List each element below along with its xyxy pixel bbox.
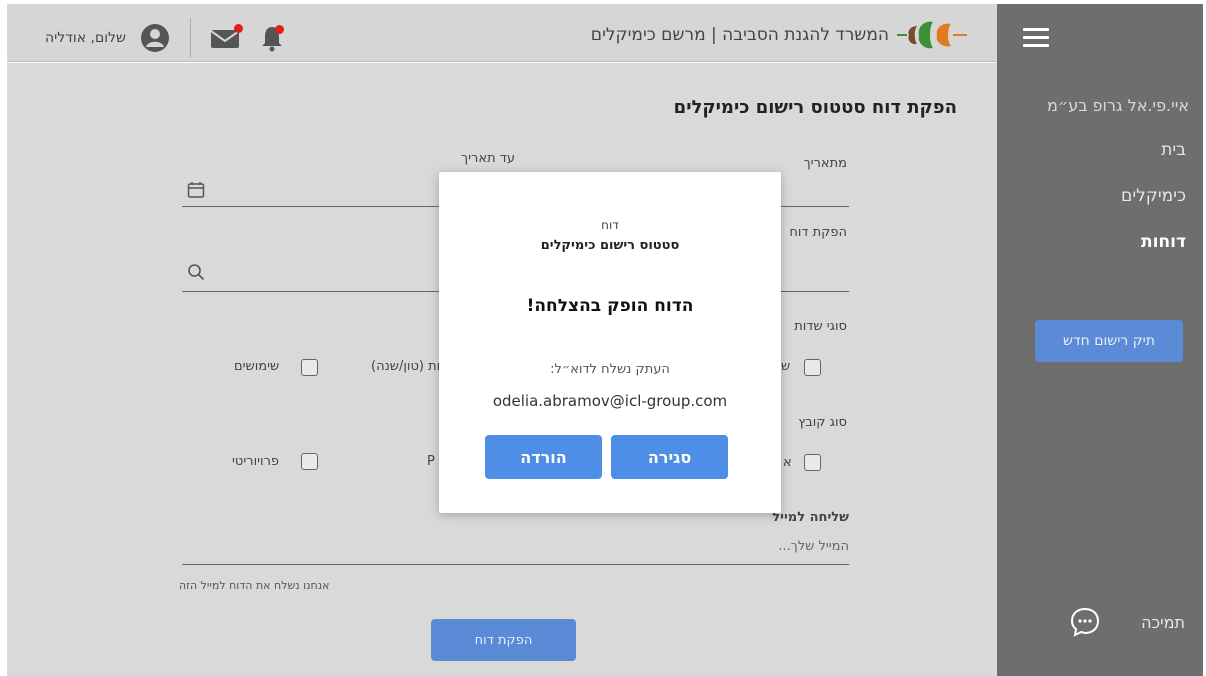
email-label: שליחה למייל <box>772 510 849 525</box>
sidebar-nav: בית כימיקלים דוחות <box>1121 140 1186 278</box>
new-registration-file-button[interactable]: תיק רישום חדש <box>1035 320 1183 362</box>
search-icon[interactable] <box>187 263 205 285</box>
ministry-logo <box>897 21 967 49</box>
top-header: שלום, אודליה המשרד להגנת הסביבה | מרשם כ… <box>7 4 997 62</box>
sidebar-company-name: איי.פי.אל גרופ בע״מ <box>1047 96 1189 115</box>
sidebar: איי.פי.אל גרופ בע״מ בית כימיקלים דוחות ת… <box>997 4 1203 676</box>
close-button[interactable]: סגירה <box>611 435 728 479</box>
from-date-label: מתאריך <box>803 156 847 171</box>
user-avatar-icon[interactable] <box>138 23 172 53</box>
app-window: שלום, אודליה המשרד להגנת הסביבה | מרשם כ… <box>7 4 1203 676</box>
header-divider <box>189 18 191 58</box>
page-title: הפקת דוח סטטוס רישום כימיקלים <box>673 97 957 118</box>
greeting-text: שלום, אודליה <box>45 30 126 46</box>
modal-email-address: odelia.abramov@icl-group.com <box>492 392 728 410</box>
quantity-checkbox-label: ות (טון/שנה) <box>371 359 441 374</box>
uses-checkbox-label: שימושים <box>234 359 280 374</box>
modal-success-message: הדוח הופק בהצלחה! <box>526 296 694 316</box>
generate-report-button[interactable]: הפקת דוח <box>431 619 576 661</box>
bell-notification-dot <box>274 25 284 34</box>
email-field-underline[interactable] <box>182 564 849 565</box>
report-success-modal: דוח סטטוס רישום כימיקלים הדוח הופק בהצלח… <box>439 172 781 513</box>
uses-checkbox[interactable] <box>301 359 318 376</box>
sidebar-item-home[interactable]: בית <box>1121 140 1186 162</box>
brand: המשרד להגנת הסביבה | מרשם כימיקלים <box>591 18 967 52</box>
mail-icon[interactable] <box>209 23 243 53</box>
app-title: המשרד להגנת הסביבה | מרשם כימיקלים <box>590 25 889 45</box>
sidebar-item-reports[interactable]: דוחות <box>1121 232 1186 254</box>
download-button[interactable]: הורדה <box>485 435 602 479</box>
support-label: תמיכה <box>1141 612 1185 632</box>
modal-sent-to-label: העתק נשלח לדוא״ל: <box>550 362 670 377</box>
sidebar-item-chemicals[interactable]: כימיקלים <box>1121 186 1186 208</box>
modal-kicker: דוח <box>601 218 619 232</box>
field-type-checkbox-1[interactable] <box>804 359 821 376</box>
calendar-icon[interactable] <box>187 181 205 203</box>
bell-icon[interactable] <box>255 23 289 53</box>
field-types-label: סוגי שדות <box>794 319 847 334</box>
support-link[interactable]: תמיכה <box>1069 606 1185 638</box>
report-search-label: הפקת דוח <box>789 225 847 240</box>
file-type-checkbox-1-label: א <box>783 455 792 470</box>
privacy-checkbox-label: פרויוריטי <box>232 454 280 469</box>
hamburger-menu-icon[interactable] <box>1023 28 1049 48</box>
modal-subtitle: סטטוס רישום כימיקלים <box>540 238 680 253</box>
mail-notification-dot <box>233 24 243 33</box>
privacy-checkbox[interactable] <box>301 453 318 470</box>
file-type-p-label: P <box>427 454 435 469</box>
file-type-checkbox-1[interactable] <box>804 454 821 471</box>
email-input-placeholder[interactable]: המייל שלך... <box>778 539 849 554</box>
user-area: שלום, אודליה <box>45 18 289 58</box>
field-type-checkbox-1-label: ש <box>781 359 791 374</box>
email-hint-text: אנחנו נשלח את הדוח למייל הזה <box>179 579 330 592</box>
to-date-label: עד תאריך <box>461 151 515 166</box>
chat-bubble-icon <box>1071 607 1100 637</box>
file-type-label: סוג קובץ <box>798 415 847 430</box>
